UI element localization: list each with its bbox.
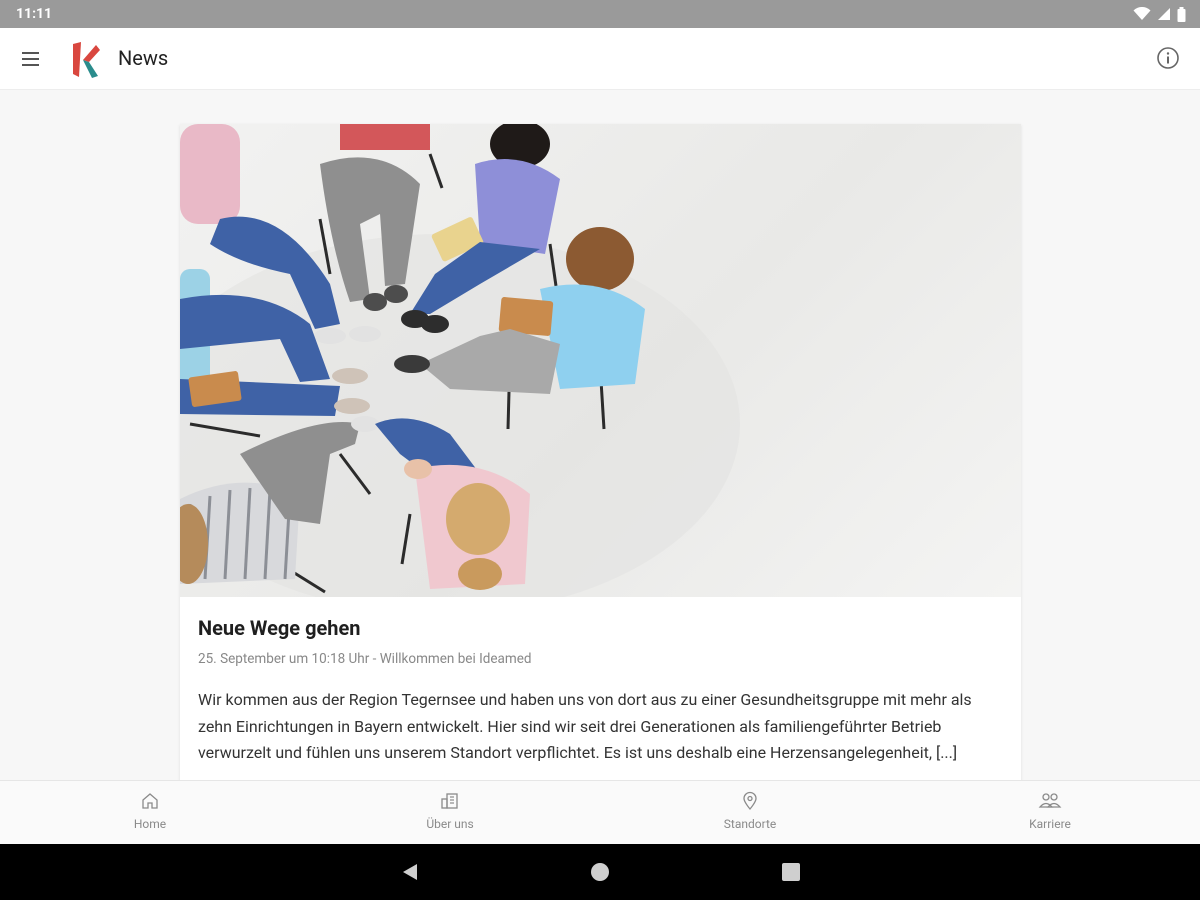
signal-icon: [1158, 8, 1170, 20]
status-bar: 11:11: [0, 0, 1200, 28]
nav-item-karriere[interactable]: Karriere: [950, 781, 1150, 845]
status-time: 11:11: [16, 6, 53, 22]
article-excerpt: Wir kommen aus der Region Tegernsee und …: [198, 690, 972, 762]
home-icon: [142, 793, 158, 809]
nav-item-ueber-uns[interactable]: Über uns: [350, 781, 550, 845]
news-card[interactable]: Neue Wege gehen 25. September um 10:18 U…: [180, 124, 1021, 780]
nav-label-home: Home: [133, 817, 167, 831]
wifi-icon: [1133, 7, 1151, 20]
nav-label-ueber-uns: Über uns: [426, 817, 474, 831]
news-feed: Neue Wege gehen 25. September um 10:18 U…: [0, 90, 1200, 780]
home-circle-icon[interactable]: [590, 862, 610, 882]
nav-label-karriere: Karriere: [1029, 817, 1071, 831]
article-image: [180, 124, 1021, 597]
page-title: News: [118, 46, 169, 70]
nav-item-standorte[interactable]: Standorte: [650, 781, 850, 845]
nav-label-standorte: Standorte: [723, 817, 777, 831]
nav-item-home[interactable]: Home: [50, 781, 250, 845]
back-icon[interactable]: [400, 862, 420, 882]
bottom-navigation: Home Über uns Standorte Karriere: [0, 780, 1200, 845]
app-logo: [73, 42, 100, 78]
people-icon: [1038, 793, 1062, 808]
app-bar: News: [0, 28, 1200, 90]
system-navigation-bar: [0, 844, 1200, 900]
info-button[interactable]: [1156, 46, 1180, 70]
group-session-illustration: [180, 124, 740, 597]
location-pin-icon: [743, 791, 757, 810]
info-icon: [1157, 47, 1179, 69]
recents-icon[interactable]: [781, 862, 801, 882]
menu-button[interactable]: [18, 47, 44, 71]
article-title: Neue Wege gehen: [198, 616, 361, 640]
status-icons: [1133, 6, 1186, 22]
building-icon: [441, 793, 458, 809]
battery-icon: [1177, 6, 1186, 22]
hamburger-menu-icon: [22, 52, 39, 66]
article-meta: 25. September um 10:18 Uhr - Willkommen …: [198, 651, 532, 667]
